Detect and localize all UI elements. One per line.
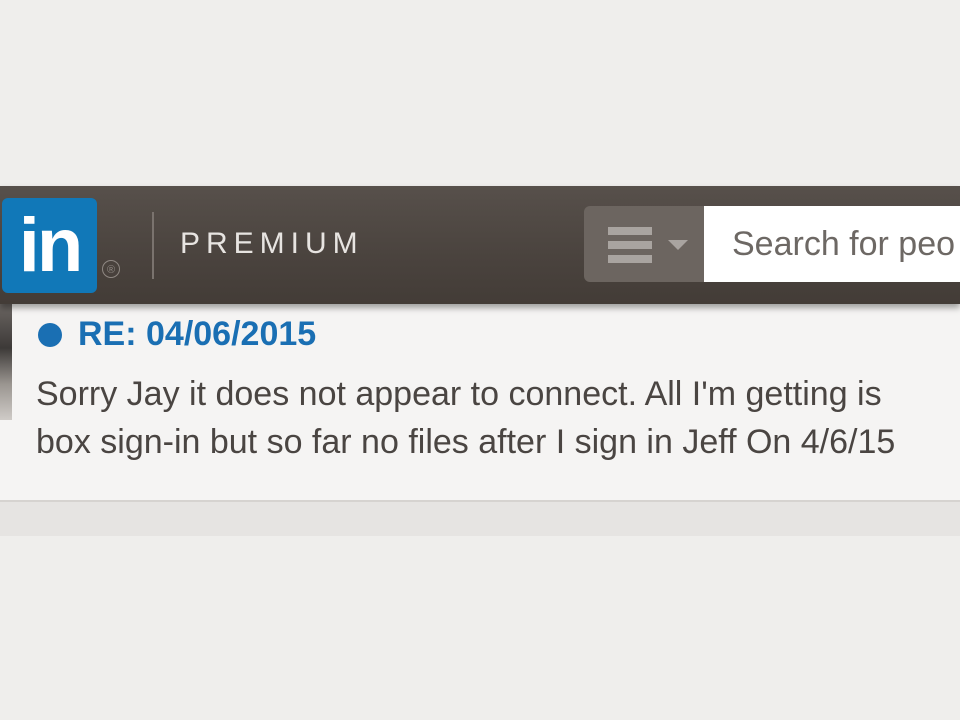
- header-divider: [152, 212, 154, 279]
- caret-down-icon: [668, 240, 688, 250]
- message-subject[interactable]: RE: 04/06/2015: [78, 313, 316, 355]
- message-item[interactable]: RE: 04/06/2015 Sorry Jay it does not app…: [0, 300, 960, 502]
- top-nav-bar: in ® PREMIUM: [0, 186, 960, 304]
- message-preview-line: Sorry Jay it does not appear to connect.…: [36, 375, 882, 413]
- premium-label: PREMIUM: [180, 227, 364, 260]
- message-preview: Sorry Jay it does not appear to connect.…: [36, 370, 960, 466]
- list-footer-strip: [0, 502, 960, 536]
- registered-mark-icon: ®: [102, 260, 120, 278]
- screenshot-frame: in ® PREMIUM RE: 04/06/2015 Sorry Jay it…: [0, 0, 960, 720]
- unread-dot-icon: [38, 323, 62, 347]
- message-preview-line: box sign-in but so far no files after I …: [36, 423, 896, 461]
- search-input[interactable]: [704, 206, 960, 282]
- sender-avatar: [0, 300, 12, 420]
- hamburger-menu-icon: [608, 227, 652, 267]
- menu-dropdown-button[interactable]: [584, 206, 704, 282]
- linkedin-logo[interactable]: in: [2, 198, 97, 293]
